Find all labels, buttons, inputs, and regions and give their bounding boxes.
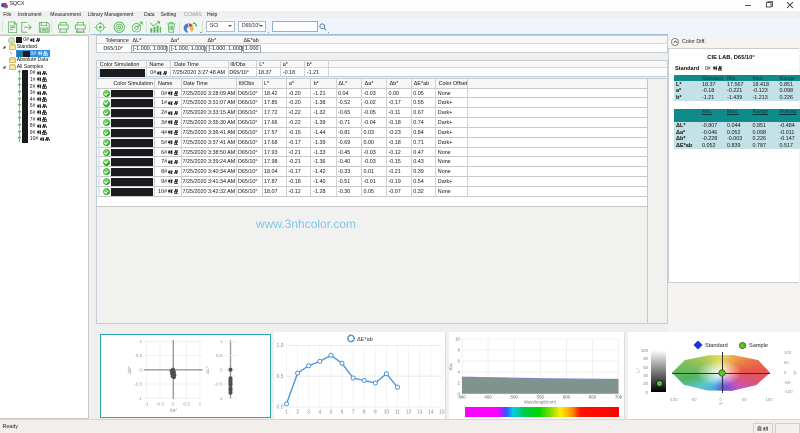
svg-text:2: 2	[458, 380, 461, 385]
svg-text:Word: Word	[76, 30, 85, 34]
svg-text:5: 5	[330, 410, 333, 416]
svg-text:0.0: 0.0	[277, 405, 284, 411]
svg-text:ΔL*: ΔL*	[205, 366, 210, 374]
svg-text:500: 500	[511, 395, 519, 400]
svg-text:0.5: 0.5	[277, 374, 284, 380]
svg-text:450: 450	[484, 395, 492, 400]
svg-text:10: 10	[384, 410, 390, 416]
svg-text:0.5: 0.5	[183, 402, 190, 407]
svg-text:Δa*: Δa*	[170, 408, 178, 413]
svg-text:13: 13	[417, 410, 423, 416]
svg-text:2: 2	[296, 410, 299, 416]
svg-text:0: 0	[139, 367, 142, 372]
svg-text:1: 1	[139, 339, 142, 344]
svg-text:6: 6	[458, 358, 461, 363]
svg-text:Δb*: Δb*	[127, 366, 132, 374]
svg-text:-1: -1	[145, 402, 150, 407]
svg-text:7: 7	[352, 410, 355, 416]
svg-text:1: 1	[220, 339, 223, 344]
svg-text:R%: R%	[449, 363, 454, 370]
svg-text:-0.5: -0.5	[156, 402, 164, 407]
svg-text:-1: -1	[218, 396, 223, 401]
svg-text:1: 1	[199, 402, 202, 407]
svg-text:400: 400	[458, 395, 466, 400]
svg-text:4: 4	[318, 410, 321, 416]
svg-text:4: 4	[458, 369, 461, 374]
svg-text:Wavelength(nm): Wavelength(nm)	[524, 400, 557, 405]
svg-text:11: 11	[395, 410, 400, 416]
svg-text:-0.5: -0.5	[215, 382, 223, 387]
svg-text:10: 10	[455, 337, 460, 342]
svg-text:ΔE*ab: ΔE*ab	[357, 337, 373, 343]
svg-text:700: 700	[615, 395, 623, 400]
svg-text:0: 0	[172, 402, 175, 407]
svg-text:650: 650	[589, 395, 597, 400]
svg-text:600: 600	[563, 395, 571, 400]
svg-text:-0.5: -0.5	[134, 382, 142, 387]
svg-text:3: 3	[307, 410, 310, 416]
svg-text:0.5: 0.5	[216, 353, 223, 358]
svg-text:0.5: 0.5	[136, 353, 143, 358]
svg-text:0: 0	[220, 367, 223, 372]
svg-text:-1: -1	[138, 396, 143, 401]
svg-text:1.0: 1.0	[277, 343, 284, 349]
svg-text:14: 14	[428, 410, 434, 416]
svg-text:8: 8	[363, 410, 366, 416]
svg-text:8: 8	[458, 347, 461, 352]
svg-text:1: 1	[285, 410, 288, 416]
svg-text:15: 15	[439, 410, 445, 416]
svg-text:9: 9	[374, 410, 377, 416]
svg-text:6: 6	[341, 410, 344, 416]
svg-text:12: 12	[406, 410, 412, 416]
